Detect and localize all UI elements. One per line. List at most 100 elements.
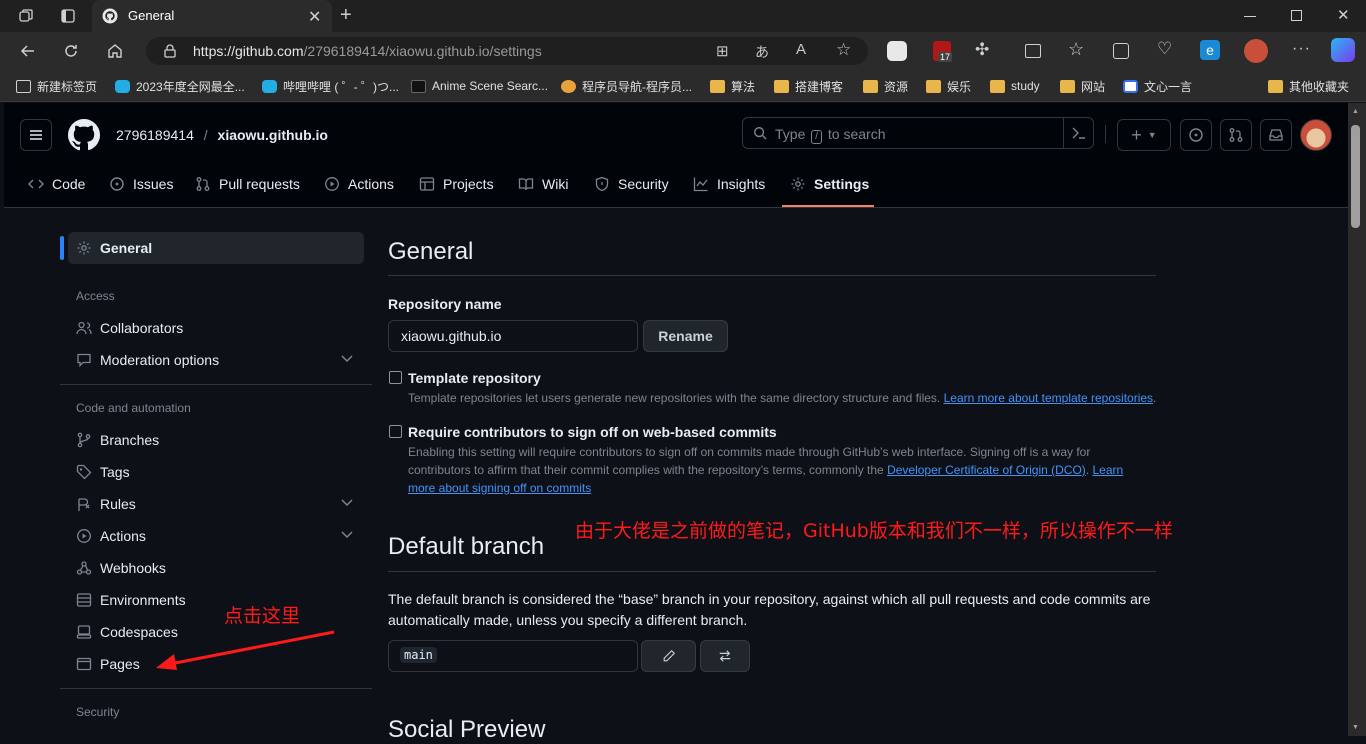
browser-tab-bar: General ✕ + ✕ [0,0,1366,32]
bookmark-item[interactable]: 程序员导航-程序员... [561,78,692,94]
command-palette-icon[interactable] [1063,118,1093,148]
tab-settings[interactable]: Settings [790,169,869,199]
scroll-down-icon[interactable]: ▼ [1352,724,1359,731]
workspaces-icon[interactable] [12,2,40,30]
branch-icon [77,432,91,448]
tab-actions-icon[interactable] [54,2,82,30]
sidebar-item-environments[interactable]: Environments [68,584,364,616]
tab-projects[interactable]: Projects [419,169,494,199]
pull-requests-button[interactable] [1220,119,1252,151]
window-close-icon[interactable]: ✕ [1337,6,1350,24]
folder-icon [926,79,941,93]
sidebar-item-tags[interactable]: Tags [68,456,364,488]
minimize-icon[interactable] [1244,16,1256,17]
signoff-learn-link[interactable]: Learn [1092,463,1123,477]
owner-link[interactable]: 2796189414 [116,127,194,143]
template-learn-more-link[interactable]: Learn more about template repositories [944,391,1153,405]
tab-close-icon[interactable]: ✕ [308,7,321,27]
tab-insights[interactable]: Insights [693,169,765,199]
tab-security[interactable]: Security [594,169,669,199]
annotation-note: 由于大佬是之前做的笔记，GitHub版本和我们不一样，所以操作不一样 [575,520,1173,542]
plus-icon: + [1131,124,1142,145]
signoff-label: Require contributors to sign off on web-… [408,424,777,440]
chevron-down-icon[interactable] [340,354,354,364]
restore-icon[interactable] [1291,10,1302,21]
bookmark-item[interactable]: Anime Scene Searc... [411,78,548,94]
signoff-learn-more-link[interactable]: more about signing off on commits [408,481,591,495]
browser-tab-general[interactable]: General ✕ [92,0,332,32]
sidebar-item-rules[interactable]: Rules [68,488,364,520]
bookmark-folder[interactable]: 娱乐 [926,78,971,94]
rocket-icon [561,79,576,93]
book-icon [518,178,534,191]
favorite-star-icon[interactable]: ☆ [836,40,851,60]
app-available-icon[interactable]: ⊞ [716,42,729,60]
more-menu-icon[interactable]: ··· [1292,40,1311,58]
sidebar-item-branches[interactable]: Branches [68,424,364,456]
tab-actions[interactable]: Actions [324,169,394,199]
tab-pull-requests[interactable]: Pull requests [195,169,300,199]
back-icon[interactable] [14,37,42,65]
tab-code[interactable]: Code [28,169,85,199]
bookmark-folder[interactable]: 算法 [710,78,755,94]
bookmark-folder[interactable]: 网站 [1060,78,1105,94]
edit-branch-button[interactable] [641,640,696,672]
other-bookmarks-folder[interactable]: 其他收藏夹 [1268,78,1349,94]
sidebar-item-webhooks[interactable]: Webhooks [68,552,364,584]
sidebar-heading-access: Access [76,289,115,303]
home-icon[interactable] [101,37,129,65]
bookmark-item[interactable]: 哔哩哔哩 ( ゜- ゜)つ... [262,78,399,94]
bookmark-folder[interactable]: 资源 [863,78,908,94]
rename-button[interactable]: Rename [643,320,728,352]
read-aloud-icon[interactable]: A [796,41,806,58]
tab-wiki[interactable]: Wiki [518,169,568,199]
browser-icon [76,657,92,671]
repo-link[interactable]: xiaowu.github.io [218,127,328,143]
new-tab-icon[interactable]: + [340,4,352,27]
favorites-icon[interactable]: ☆ [1068,39,1084,60]
folder-icon [1060,79,1075,93]
translate-icon[interactable]: あ [755,42,769,62]
copilot-icon[interactable] [1331,38,1355,62]
switch-branch-button[interactable] [700,640,750,672]
sidebar-item-actions[interactable]: Actions [68,520,364,552]
chevron-down-icon[interactable] [340,530,354,540]
hamburger-menu-button[interactable] [20,119,52,151]
bookmark-folder[interactable]: study [990,78,1040,94]
tab-issues[interactable]: Issues [109,169,173,199]
issues-button[interactable] [1180,119,1212,151]
user-avatar[interactable] [1300,119,1332,151]
repo-name-input[interactable]: xiaowu.github.io [388,320,638,352]
bookmark-item[interactable]: 2023年度全网最全... [115,78,245,94]
sidebar-item-collaborators[interactable]: Collaborators [68,312,364,344]
profile-avatar-icon[interactable] [1244,39,1268,63]
lock-icon[interactable] [164,44,176,58]
signoff-checkbox[interactable] [389,425,402,438]
github-logo-icon[interactable] [68,119,100,151]
pull-request-icon [196,177,210,191]
template-repository-checkbox[interactable] [389,371,402,384]
bookmark-item[interactable]: 文心一言 [1123,78,1192,94]
address-bar[interactable]: https://github.com/2796189414/xiaowu.git… [146,37,868,65]
scroll-up-icon[interactable]: ▲ [1352,108,1359,115]
bookmark-folder[interactable]: 搭建博客 [774,78,843,94]
scrollbar-thumb[interactable] [1351,125,1360,228]
performance-icon[interactable]: ♡ [1157,39,1172,59]
bookmark-item[interactable]: 新建标签页 [16,78,97,94]
extensions-puzzle-icon[interactable]: ✣ [975,40,989,60]
inbox-button[interactable] [1260,119,1292,151]
extension-ghost-icon[interactable] [887,41,907,61]
sidebar-divider [60,384,372,385]
tab-title: General [128,8,175,23]
split-screen-icon[interactable] [1025,44,1041,58]
search-input[interactable]: Type / to search [742,117,1094,149]
sidebar-item-moderation[interactable]: Moderation options [68,344,364,376]
breadcrumb-separator: / [203,127,208,143]
sidebar-item-general[interactable]: General [68,232,364,264]
dco-link[interactable]: Developer Certificate of Origin (DCO) [887,463,1086,477]
collections-icon[interactable] [1113,43,1129,59]
refresh-icon[interactable] [57,37,85,65]
chevron-down-icon[interactable] [340,498,354,508]
create-new-button[interactable]: + ▼ [1117,119,1171,151]
edge-ie-icon[interactable]: e [1200,40,1220,60]
